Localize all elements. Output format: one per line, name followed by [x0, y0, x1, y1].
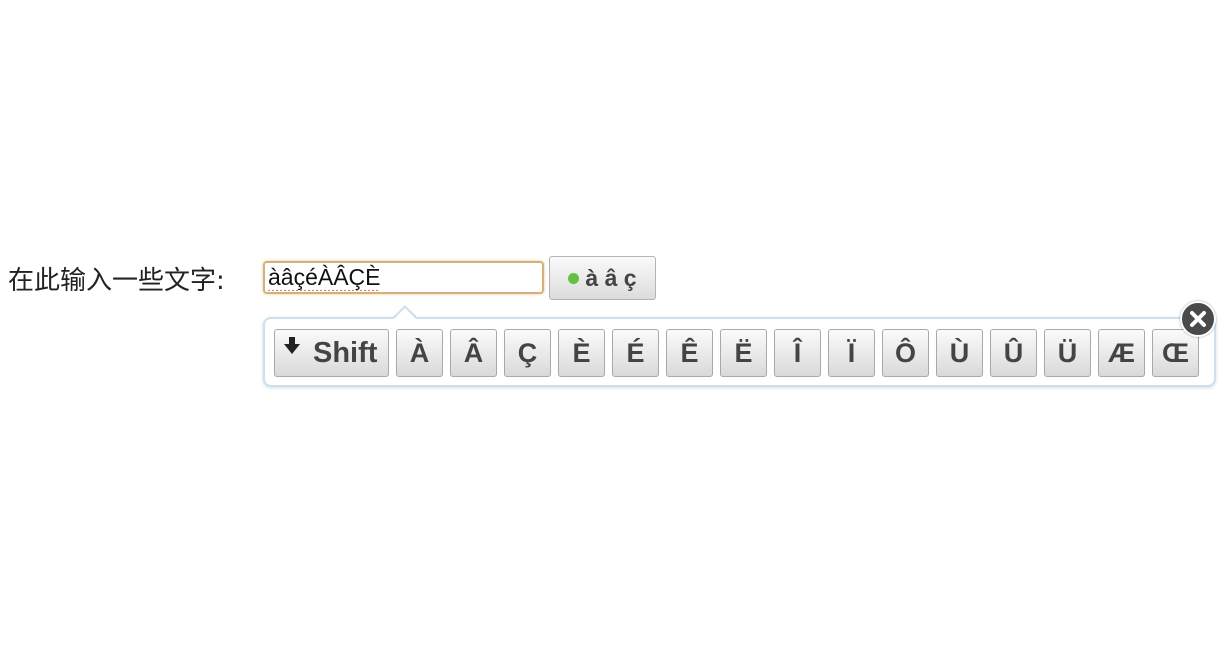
input-row: 在此输入一些文字:	[8, 256, 225, 300]
char-key-label: Œ	[1162, 337, 1189, 368]
char-key-label: Û	[1003, 337, 1024, 368]
shift-key-label: Shift	[313, 337, 378, 369]
char-key[interactable]: Ê	[666, 329, 713, 377]
status-dot-icon	[568, 272, 580, 284]
input-label: 在此输入一些文字:	[8, 265, 225, 296]
char-key-label: À	[409, 337, 430, 368]
shift-key[interactable]: Shift	[274, 329, 389, 377]
close-icon	[1190, 311, 1206, 327]
char-key-label: Ê	[680, 337, 699, 368]
char-key-label: Ü	[1057, 337, 1078, 368]
toggle-label: à â ç	[585, 264, 637, 291]
char-key-label: Ë	[734, 337, 753, 368]
char-key[interactable]: Ï	[828, 329, 875, 377]
close-keyboard-button[interactable]	[1180, 301, 1216, 337]
char-key-label: Æ	[1108, 337, 1135, 368]
char-key[interactable]: Û	[990, 329, 1037, 377]
char-key-label: Â	[463, 337, 484, 368]
char-key-label: Ô	[894, 337, 916, 368]
char-key[interactable]: Ô	[882, 329, 929, 377]
keyboard-toggle-button[interactable]: à â ç	[549, 256, 656, 300]
char-key[interactable]: Î	[774, 329, 821, 377]
char-key[interactable]: Ç	[504, 329, 551, 377]
char-key[interactable]: Ù	[936, 329, 983, 377]
panel-pointer-inner	[394, 308, 416, 319]
char-key[interactable]: È	[558, 329, 605, 377]
char-key-label: Ï	[847, 337, 856, 368]
char-key[interactable]: Æ	[1098, 329, 1145, 377]
char-key[interactable]: É	[612, 329, 659, 377]
text-input[interactable]	[263, 261, 544, 294]
char-key[interactable]: Ë	[720, 329, 767, 377]
char-key-label: Î	[793, 337, 802, 368]
char-key-label: Ç	[517, 337, 538, 368]
char-key[interactable]: À	[396, 329, 443, 377]
char-key-label: É	[626, 337, 645, 368]
down-arrow-icon	[284, 337, 300, 354]
char-key-label: È	[572, 337, 591, 368]
char-key[interactable]: Ü	[1044, 329, 1091, 377]
char-key[interactable]: Â	[450, 329, 497, 377]
char-key-label: Ù	[949, 337, 970, 368]
